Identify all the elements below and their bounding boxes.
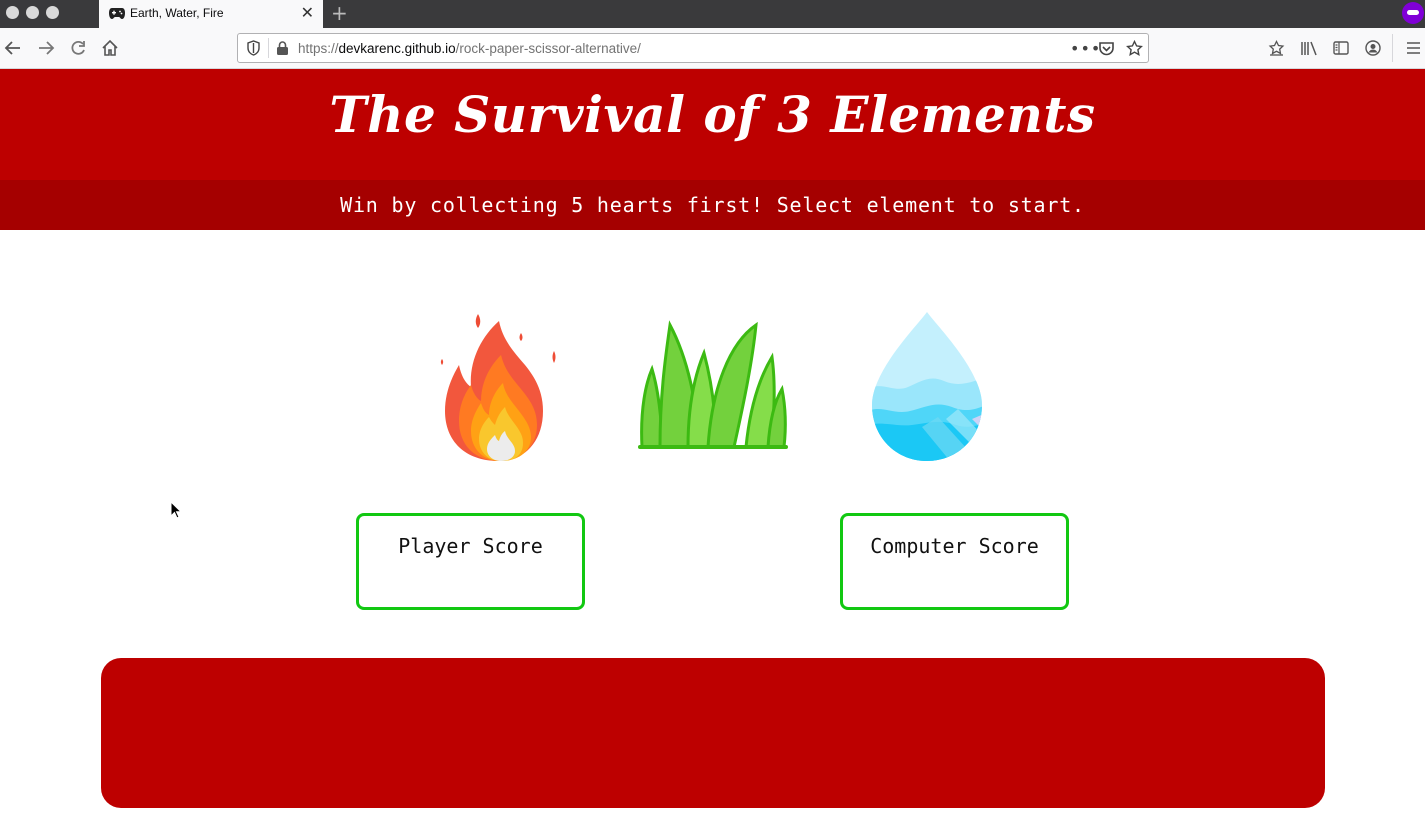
url-text[interactable]: https://devkarenc.github.io/rock-paper-s… (298, 41, 641, 56)
address-bar[interactable]: https://devkarenc.github.io/rock-paper-s… (237, 33, 1149, 63)
tab-close-icon[interactable]: ✕ (301, 4, 314, 22)
water-button[interactable] (868, 309, 986, 468)
browser-tab-active[interactable]: Earth, Water, Fire ✕ (99, 0, 323, 28)
pocket-icon[interactable] (1098, 40, 1115, 57)
browser-nav-bar: https://devkarenc.github.io/rock-paper-s… (0, 28, 1425, 69)
earth-button[interactable] (636, 309, 790, 455)
fire-button[interactable] (437, 309, 561, 468)
bookmarks-toolbar-icon[interactable] (1268, 40, 1285, 57)
web-page: The Survival of 3 Elements Win by collec… (0, 69, 1425, 818)
forward-arrow-icon[interactable] (35, 37, 57, 59)
lock-icon[interactable] (276, 41, 289, 56)
page-title: The Survival of 3 Elements (329, 85, 1096, 144)
page-header: The Survival of 3 Elements (0, 69, 1425, 180)
minimize-window-icon[interactable] (26, 6, 39, 19)
bookmark-star-icon[interactable] (1126, 40, 1143, 57)
grass-icon (638, 320, 788, 449)
back-arrow-icon[interactable] (2, 37, 24, 59)
instructions-bar: Win by collecting 5 hearts first! Select… (0, 180, 1425, 230)
reload-icon[interactable] (67, 37, 89, 59)
water-drop-icon (872, 312, 982, 461)
sidebar-icon[interactable] (1333, 40, 1349, 56)
browser-tab-strip: Earth, Water, Fire ✕ + (0, 0, 1425, 28)
close-window-icon[interactable] (6, 6, 19, 19)
computer-score-box: Computer Score (840, 513, 1069, 610)
instructions-text: Win by collecting 5 hearts first! Select… (340, 193, 1085, 217)
toolbar-divider (1392, 34, 1393, 62)
computer-score-label: Computer Score (870, 534, 1039, 558)
home-icon[interactable] (99, 37, 121, 59)
gamepad-icon (109, 8, 125, 19)
url-separator (268, 38, 269, 58)
player-score-box: Player Score (356, 513, 585, 610)
player-score-label: Player Score (398, 534, 543, 558)
account-icon[interactable] (1365, 40, 1381, 56)
private-browsing-icon[interactable] (1402, 2, 1424, 24)
library-icon[interactable] (1300, 40, 1318, 57)
tab-title: Earth, Water, Fire (130, 6, 224, 20)
hamburger-menu-icon[interactable] (1406, 41, 1421, 55)
page-actions-icon[interactable]: ••• (1070, 39, 1101, 58)
new-tab-button[interactable]: + (331, 2, 348, 24)
mouse-cursor-icon (170, 501, 182, 519)
fire-icon (440, 314, 556, 461)
shield-icon[interactable] (246, 40, 261, 56)
result-panel (101, 658, 1325, 808)
maximize-window-icon[interactable] (46, 6, 59, 19)
